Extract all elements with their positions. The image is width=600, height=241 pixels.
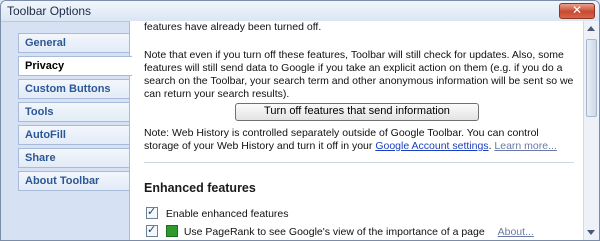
google-account-settings-link[interactable]: Google Account settings [375,140,488,152]
toolbar-options-window: Toolbar Options ✕ General Privacy Custom… [0,0,600,241]
sidebar-item-tools[interactable]: Tools [18,102,130,122]
pagerank-checkbox[interactable] [146,223,158,237]
scroll-thumb[interactable] [586,39,597,117]
pagerank-icon [165,225,178,237]
sidebar-item-custom-buttons[interactable]: Custom Buttons [18,79,130,99]
pagerank-row: Use PageRank to see Google's view of the… [146,223,534,238]
sidebar: General Privacy Custom Buttons Tools Aut… [18,33,132,194]
vertical-scrollbar[interactable] [583,21,599,240]
scroll-down-arrow-icon[interactable] [587,230,595,235]
scroll-up-arrow-icon[interactable] [587,26,595,31]
title-bar: Toolbar Options ✕ [1,1,599,22]
turn-off-features-button[interactable]: Turn off features that send information [235,103,479,121]
sidebar-item-general[interactable]: General [18,33,130,53]
enable-enhanced-checkbox[interactable] [146,205,158,219]
sidebar-item-privacy[interactable]: Privacy [18,56,132,76]
privacy-panel: features have already been turned off. N… [129,21,585,240]
enable-enhanced-label[interactable]: Enable enhanced features [166,208,289,220]
window-title: Toolbar Options [7,4,92,18]
pagerank-about-link[interactable]: About... [498,226,534,238]
note-updates-text: Note that even if you turn off these fea… [144,49,574,100]
enhanced-features-heading: Enhanced features [144,181,256,195]
pagerank-label[interactable]: Use PageRank to see Google's view of the… [184,226,485,238]
top-fragment-text: features have already been turned off. [144,21,322,33]
sidebar-item-about-toolbar[interactable]: About Toolbar [18,171,130,191]
web-history-note: Note: Web History is controlled separate… [144,127,557,152]
close-button[interactable]: ✕ [559,3,595,19]
sidebar-item-autofill[interactable]: AutoFill [18,125,130,145]
learn-more-link[interactable]: Learn more... [494,140,556,152]
enable-enhanced-row: Enable enhanced features [146,205,289,220]
section-divider [144,162,574,163]
sidebar-item-share[interactable]: Share [18,148,130,168]
